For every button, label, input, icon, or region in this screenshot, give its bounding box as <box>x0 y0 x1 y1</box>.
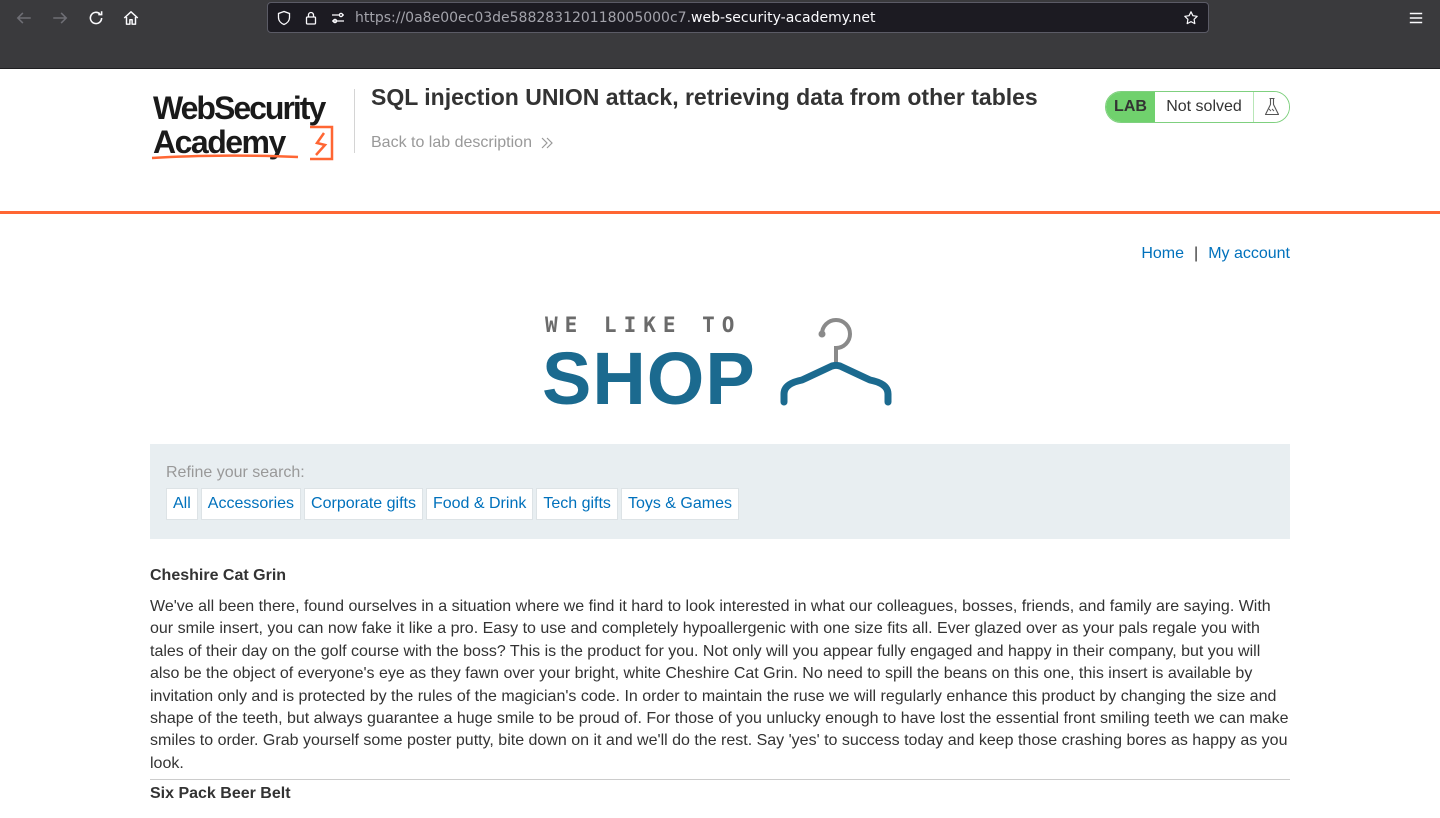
search-filter-panel: Refine your search: All Accessories Corp… <box>150 444 1290 539</box>
home-button[interactable] <box>119 6 143 30</box>
filter-toys-and-games[interactable]: Toys & Games <box>620 488 739 520</box>
browser-toolbar: https://0a8e00ec03de588283120118005000c7… <box>0 0 1440 69</box>
forward-button[interactable] <box>48 6 72 30</box>
url-text[interactable]: https://0a8e00ec03de588283120118005000c7… <box>355 10 1180 26</box>
filter-accessories[interactable]: Accessories <box>200 488 302 520</box>
product-name: Cheshire Cat Grin <box>150 567 287 584</box>
flask-icon <box>1254 92 1289 122</box>
filter-tech-gifts[interactable]: Tech gifts <box>536 488 618 520</box>
product-description: We've all been there, found ourselves in… <box>150 598 1289 772</box>
filter-label: Refine your search: <box>166 464 305 481</box>
back-button[interactable] <box>12 6 36 30</box>
product-divider <box>150 779 1290 780</box>
product-item: Cheshire Cat Grin We've all been there, … <box>150 567 1290 775</box>
svg-text:SHOP: SHOP <box>544 337 756 408</box>
hamburger-menu-icon <box>1409 12 1423 24</box>
lab-title: SQL injection UNION attack, retrieving d… <box>371 84 1038 110</box>
web-security-academy-logo[interactable]: WebSecurity Academy <box>150 89 340 164</box>
filter-corporate-gifts[interactable]: Corporate gifts <box>304 488 423 520</box>
back-to-lab-description-link[interactable]: Back to lab description <box>371 134 554 152</box>
site-permissions-icon[interactable] <box>327 7 349 29</box>
menu-button[interactable] <box>1404 6 1428 30</box>
lab-badge: LAB <box>1106 92 1155 122</box>
reload-button[interactable] <box>84 6 108 30</box>
arrow-left-icon <box>16 12 31 24</box>
nav-separator: | <box>1194 245 1199 262</box>
product-name: Six Pack Beer Belt <box>150 785 291 802</box>
product-item: Six Pack Beer Belt <box>150 785 1290 803</box>
arrow-right-icon <box>53 12 68 24</box>
bookmark-star-icon[interactable] <box>1180 7 1202 29</box>
lab-status-text: Not solved <box>1155 92 1254 122</box>
svg-text:WebSecurity: WebSecurity <box>153 90 326 126</box>
header-divider <box>354 89 355 153</box>
lab-status-widget: LAB Not solved <box>1105 91 1290 123</box>
lock-icon[interactable] <box>300 7 322 29</box>
reload-icon <box>89 11 103 25</box>
filter-all[interactable]: All <box>166 488 198 520</box>
double-chevron-right-icon <box>541 137 553 149</box>
home-link[interactable]: Home <box>1141 245 1184 263</box>
category-filter-list: All Accessories Corporate gifts Food & D… <box>166 488 742 520</box>
coat-hanger-icon <box>780 318 892 406</box>
lab-header: WebSecurity Academy SQL injection UNION … <box>0 69 1440 214</box>
url-prefix: https://0a8e00ec03de588283120118005000c7… <box>355 9 692 26</box>
address-bar[interactable]: https://0a8e00ec03de588283120118005000c7… <box>267 2 1209 33</box>
my-account-link[interactable]: My account <box>1208 245 1290 263</box>
filter-food-and-drink[interactable]: Food & Drink <box>425 488 534 520</box>
we-like-to-shop-logo: WE LIKE TO SHOP <box>542 313 896 420</box>
account-nav: Home | My account <box>1141 245 1290 263</box>
shield-icon[interactable] <box>273 7 295 29</box>
url-domain: web-security-academy.net <box>691 9 876 26</box>
home-icon <box>123 11 139 25</box>
svg-text:WE LIKE TO: WE LIKE TO <box>545 314 741 337</box>
back-link-label: Back to lab description <box>371 134 532 151</box>
